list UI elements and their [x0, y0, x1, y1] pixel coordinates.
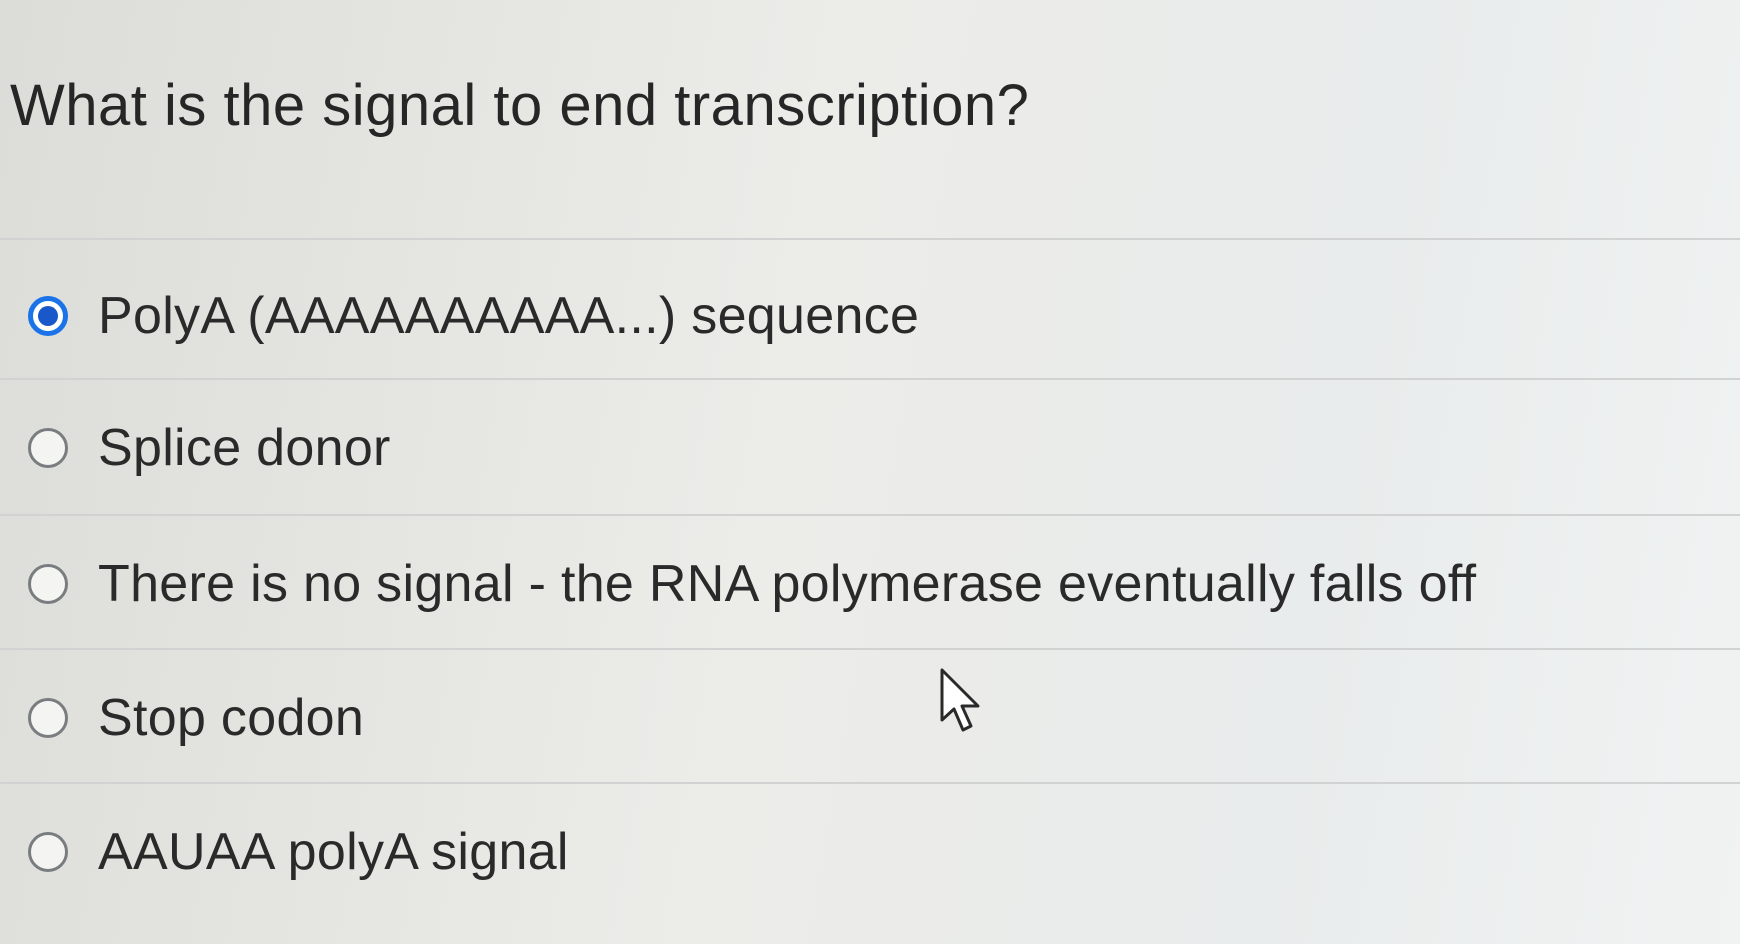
- divider: [0, 378, 1740, 380]
- radio-unselected-icon[interactable]: [28, 698, 68, 738]
- option-polya-sequence[interactable]: PolyA (AAAAAAAAAA...) sequence: [28, 286, 919, 346]
- divider: [0, 648, 1740, 650]
- option-label: Stop codon: [98, 689, 365, 747]
- divider: [0, 514, 1740, 516]
- divider: [0, 238, 1740, 240]
- option-label: AAUAA polyA signal: [98, 823, 569, 881]
- option-label: There is no signal - the RNA polymerase …: [98, 555, 1477, 613]
- radio-unselected-icon[interactable]: [28, 428, 68, 468]
- option-splice-donor[interactable]: Splice donor: [28, 418, 391, 478]
- option-label: PolyA (AAAAAAAAAA...) sequence: [98, 287, 920, 345]
- radio-unselected-icon[interactable]: [28, 832, 68, 872]
- option-label: Splice donor: [98, 419, 391, 477]
- option-aauaa-polya-signal[interactable]: AAUAA polyA signal: [28, 822, 569, 882]
- option-stop-codon[interactable]: Stop codon: [28, 688, 364, 748]
- mouse-pointer-icon: [940, 668, 980, 732]
- divider: [0, 782, 1740, 784]
- radio-dot-icon: [38, 306, 58, 326]
- radio-unselected-icon[interactable]: [28, 564, 68, 604]
- radio-selected-icon[interactable]: [28, 296, 68, 336]
- option-no-signal[interactable]: There is no signal - the RNA polymerase …: [28, 554, 1476, 614]
- page-title: What is the signal to end transcription?: [10, 73, 1030, 138]
